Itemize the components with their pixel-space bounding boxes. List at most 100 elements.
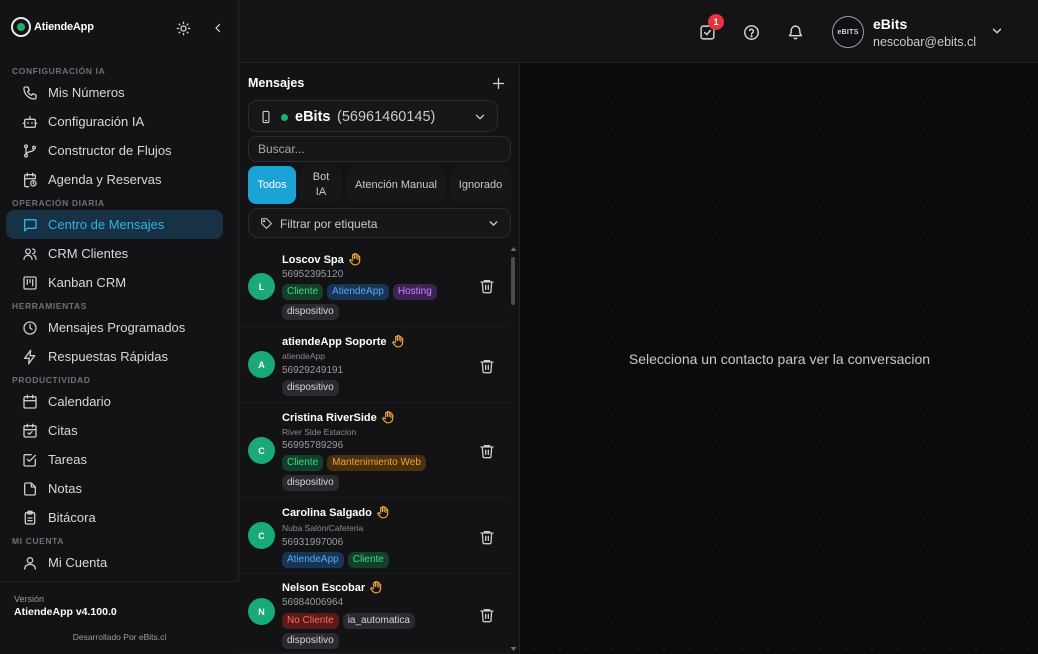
sidebar-item-configuracion-ia[interactable]: Configuración IA xyxy=(6,107,223,136)
contact-phone: 56984006964 xyxy=(282,597,344,608)
clipboard-icon xyxy=(22,510,48,526)
contact-row[interactable]: AatiendeApp Soporte atiendeApp 56929249191… xyxy=(239,327,509,403)
sidebar-item-centro-de-mensajes[interactable]: Centro de Mensajes xyxy=(6,210,223,239)
users-icon xyxy=(22,246,48,262)
contact-avatar: C xyxy=(248,437,275,464)
contact-name: Carolina Salgado xyxy=(282,507,372,519)
calendar-icon xyxy=(22,394,48,410)
search-input[interactable] xyxy=(248,136,511,162)
top-header: 1 eBITS eBits nescobar@ebits.cl xyxy=(239,0,1038,63)
tab-label: Bot IA xyxy=(312,171,330,198)
sidebar-item-label: Respuestas Rápidas xyxy=(48,349,168,364)
delete-trash-icon[interactable] xyxy=(479,358,495,374)
tag-badge: dispositivo xyxy=(282,380,339,396)
zap-icon xyxy=(22,349,48,365)
tag-badge: Hosting xyxy=(392,284,437,300)
messages-panel: Mensajes eBits (56961460145) Todos Bot IA… xyxy=(239,63,520,654)
contact-tags: Cliente Mantenimiento Web dispositivo xyxy=(282,455,462,491)
sidebar-item-label: Mensajes Programados xyxy=(48,320,186,335)
contact-row[interactable]: C Carolina Salgado Nuba Salón/Cafeteria 569… xyxy=(239,498,509,574)
sidebar-item-respuestas-rapidas[interactable]: Respuestas Rápidas xyxy=(6,342,223,371)
tab-0[interactable]: Todos xyxy=(248,166,296,204)
contact-row[interactable]: C Cristina RiverSide River Side Estacion 56… xyxy=(239,403,509,498)
contact-avatar: C xyxy=(248,522,275,549)
contact-phone: 56952395120 xyxy=(282,269,344,280)
delete-trash-icon[interactable] xyxy=(479,278,495,294)
hand-icon xyxy=(376,505,390,519)
contact-row[interactable]: L Loscov Spa 56952395120 Cliente AtiendeApp H… xyxy=(239,244,509,327)
delete-trash-icon[interactable] xyxy=(479,529,495,545)
contact-tags: AtiendeApp Cliente xyxy=(282,552,462,568)
sidebar-item-kanban-crm[interactable]: Kanban CRM xyxy=(6,268,223,297)
contact-name-line: Cristina RiverSide xyxy=(282,410,395,424)
sidebar-item-calendario[interactable]: Calendario xyxy=(6,387,223,416)
scrollbar-thumb[interactable] xyxy=(511,257,515,305)
tag-badge: Cliente xyxy=(347,552,389,568)
file-icon xyxy=(22,481,48,497)
delete-trash-icon[interactable] xyxy=(479,607,495,623)
sidebar-item-bitacora[interactable]: Bitácora xyxy=(6,503,223,532)
sidebar-nav: CONFIGURACIÓN IA Mis Números Configuración… xyxy=(0,62,239,580)
user-avatar[interactable]: eBITS xyxy=(832,16,864,48)
collapse-sidebar-chevron-left-icon[interactable] xyxy=(209,18,227,38)
delete-trash-icon[interactable] xyxy=(479,443,495,459)
app-logo[interactable]: AtiendeApp xyxy=(11,17,94,37)
calendar-clock-icon xyxy=(22,172,48,188)
user-name[interactable]: eBits xyxy=(873,16,907,32)
contact-list: L Loscov Spa 56952395120 Cliente AtiendeApp H… xyxy=(239,244,509,654)
tasks-badge: 1 xyxy=(708,14,724,30)
user-menu-chevron-down-icon[interactable] xyxy=(990,24,1004,38)
new-message-plus-icon[interactable] xyxy=(491,76,507,92)
contact-name: atiendeApp Soporte xyxy=(282,336,387,348)
contact-tags: No Cliente ia_automatica dispositivo xyxy=(282,613,462,649)
sidebar-item-citas[interactable]: Citas xyxy=(6,416,223,445)
hand-icon xyxy=(391,334,405,348)
robot-icon xyxy=(22,114,48,130)
theme-toggle-sun-icon[interactable] xyxy=(173,18,193,38)
tag-badge: dispositivo xyxy=(282,304,339,320)
sidebar-item-label: Bitácora xyxy=(48,510,96,525)
logo-text: AtiendeApp xyxy=(34,21,94,33)
tag-badge: Mantenimiento Web xyxy=(327,455,426,471)
empty-conversation-text: Selecciona un contacto para ver la conve… xyxy=(628,351,931,367)
contact-company: River Side Estacion xyxy=(282,427,357,437)
sidebar-item-label: Kanban CRM xyxy=(48,275,127,290)
contact-phone: 56929249191 xyxy=(282,365,344,376)
bell-icon[interactable] xyxy=(785,22,805,42)
contact-name-line: Carolina Salgado xyxy=(282,505,390,519)
nav-section-title: HERRAMIENTAS xyxy=(12,301,88,311)
tag-filter-label: Filtrar por etiqueta xyxy=(280,217,378,231)
sidebar-item-label: Configuración IA xyxy=(48,114,145,129)
contact-name-line: Loscov Spa xyxy=(282,252,362,266)
contact-row[interactable]: N Nelson Escobar 56984006964 No Cliente ia_a… xyxy=(239,574,509,654)
contact-list-scrollbar[interactable] xyxy=(510,246,517,654)
tag-filter-select[interactable]: Filtrar por etiqueta xyxy=(248,208,511,238)
account-select[interactable]: eBits (56961460145) xyxy=(248,100,498,132)
contact-name-line: atiendeApp Soporte xyxy=(282,334,405,348)
sidebar-item-notas[interactable]: Notas xyxy=(6,474,223,503)
phone-icon xyxy=(22,85,48,101)
sidebar: AtiendeApp CONFIGURACIÓN IA Mis Números Co… xyxy=(0,0,239,654)
contact-tags: dispositivo xyxy=(282,380,462,396)
help-icon[interactable] xyxy=(741,22,761,42)
contact-name: Nelson Escobar xyxy=(282,582,366,594)
tag-icon xyxy=(260,217,273,230)
sidebar-item-mi-cuenta[interactable]: Mi Cuenta xyxy=(6,548,223,577)
tab-3[interactable]: Ignorado xyxy=(450,166,511,204)
tab-label: Atención Manual xyxy=(355,178,437,191)
sidebar-item-agenda-y-reservas[interactable]: Agenda y Reservas xyxy=(6,165,223,194)
calendar-check-icon xyxy=(22,423,48,439)
tag-badge: No Cliente xyxy=(282,613,339,629)
tag-badge: dispositivo xyxy=(282,475,339,491)
sidebar-item-constructor-de-flujos[interactable]: Constructor de Flujos xyxy=(6,136,223,165)
sidebar-item-mensajes-programados[interactable]: Mensajes Programados xyxy=(6,313,223,342)
developed-by: Desarrollado Por eBits.cl xyxy=(72,632,167,642)
tab-1[interactable]: Bot IA xyxy=(300,166,342,204)
user-icon xyxy=(22,555,48,571)
version-value: AtiendeApp v4.100.0 xyxy=(14,606,117,618)
sidebar-item-tareas[interactable]: Tareas xyxy=(6,445,223,474)
sidebar-item-mis-numeros[interactable]: Mis Números xyxy=(6,78,223,107)
tab-2[interactable]: Atención Manual xyxy=(346,166,446,204)
sidebar-item-crm-clientes[interactable]: CRM Clientes xyxy=(6,239,223,268)
kanban-icon xyxy=(22,275,48,291)
